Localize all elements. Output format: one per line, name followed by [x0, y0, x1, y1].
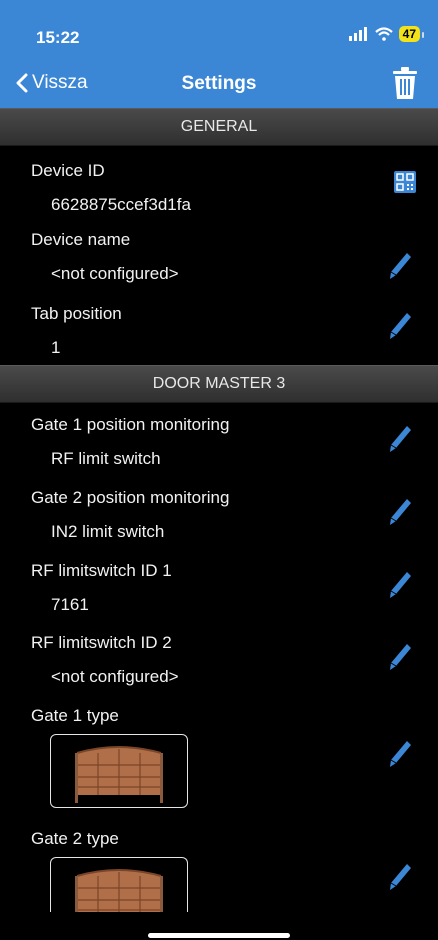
setting-label: Gate 2 type [31, 829, 119, 848]
status-icons: 47 [348, 26, 425, 42]
pencil-icon[interactable] [388, 571, 412, 599]
battery-indicator: 47 [398, 26, 425, 42]
setting-label: Gate 2 position monitoring [31, 488, 230, 507]
garage-door-icon [75, 869, 163, 912]
garage-door-icon [75, 746, 163, 803]
setting-label: Device ID [31, 161, 105, 180]
setting-label: Device name [31, 230, 131, 249]
pencil-icon[interactable] [388, 643, 412, 671]
setting-gate1-monitoring: Gate 1 position monitoring RF limit swit… [0, 415, 438, 475]
pencil-icon[interactable] [388, 740, 412, 768]
pencil-icon[interactable] [388, 425, 412, 453]
setting-value: RF limit switch [51, 449, 161, 468]
setting-value: 7161 [51, 595, 89, 614]
setting-device-id: Device ID 6628875ccef3d1fa [0, 161, 438, 221]
gate-image-box [50, 857, 188, 912]
setting-value: 1 [51, 338, 61, 357]
setting-gate2-monitoring: Gate 2 position monitoring IN2 limit swi… [0, 488, 438, 548]
home-indicator[interactable] [148, 933, 290, 938]
signal-icon [348, 27, 367, 41]
setting-value: <not configured> [51, 667, 179, 686]
setting-gate1-type: Gate 1 type [0, 706, 438, 816]
wifi-icon [374, 27, 393, 41]
gate-image-box [50, 734, 188, 808]
pencil-icon[interactable] [388, 312, 412, 340]
section-header-door-master: DOOR MASTER 3 [0, 365, 438, 403]
back-label: Vissza [32, 72, 88, 93]
setting-tab-position: Tab position 1 [0, 304, 438, 364]
setting-label: Tab position [31, 304, 122, 323]
setting-device-name: Device name <not configured> [0, 230, 438, 290]
status-time: 15:22 [36, 28, 80, 47]
setting-label: RF limitswitch ID 1 [31, 561, 172, 580]
setting-rf-id2: RF limitswitch ID 2 <not configured> [0, 633, 438, 693]
pencil-icon[interactable] [388, 498, 412, 526]
pencil-icon[interactable] [388, 863, 412, 891]
section-header-general: GENERAL [0, 108, 438, 146]
setting-label: Gate 1 type [31, 706, 119, 725]
back-button[interactable]: Vissza [16, 72, 88, 94]
setting-rf-id1: RF limitswitch ID 1 7161 [0, 561, 438, 621]
trash-icon[interactable] [392, 66, 418, 100]
setting-value: IN2 limit switch [51, 522, 165, 541]
chevron-left-icon [16, 73, 28, 93]
setting-gate2-type: Gate 2 type [0, 829, 438, 913]
setting-label: RF limitswitch ID 2 [31, 633, 172, 652]
pencil-icon[interactable] [388, 252, 412, 280]
setting-value: 6628875ccef3d1fa [51, 195, 191, 214]
setting-value: <not configured> [51, 264, 179, 283]
top-bar: 15:22 47 Vissza Settings [0, 0, 438, 108]
setting-label: Gate 1 position monitoring [31, 415, 230, 434]
qr-code-icon[interactable] [394, 171, 416, 193]
